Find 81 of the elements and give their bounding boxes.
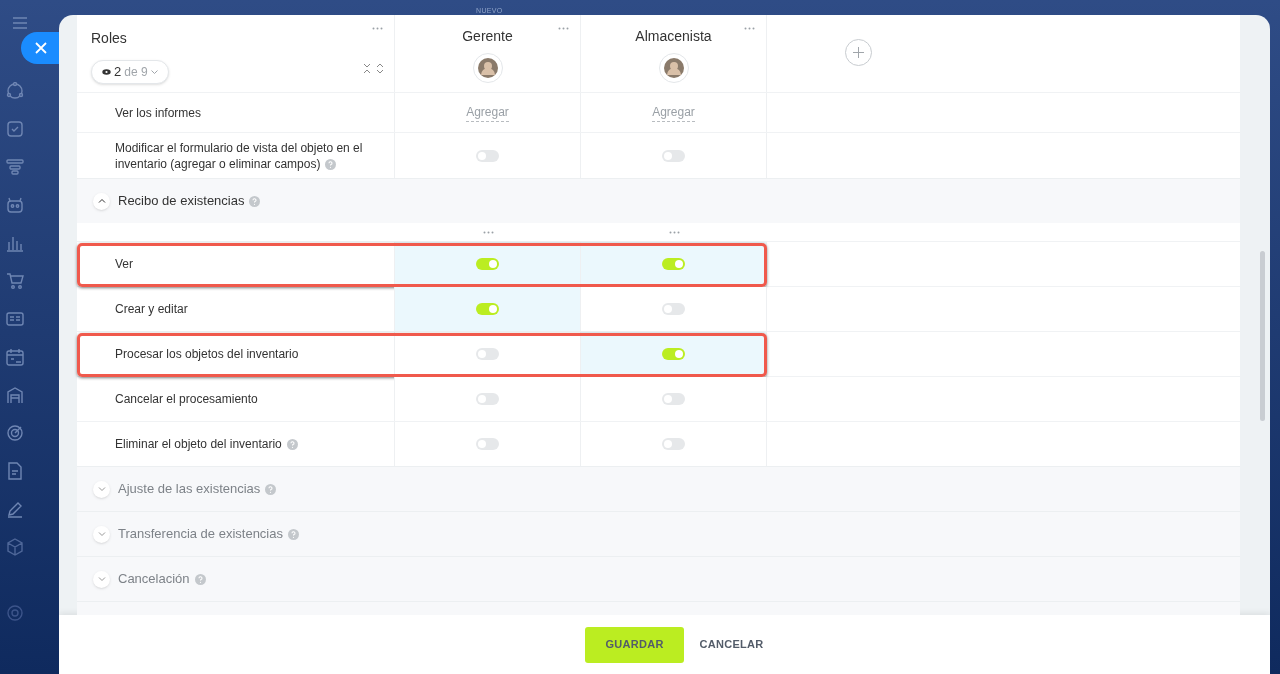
toggle-switch[interactable] <box>476 348 499 360</box>
role-name: Almacenista <box>635 27 712 46</box>
help-icon[interactable] <box>325 158 337 170</box>
more-icon[interactable] <box>372 27 383 30</box>
avatar[interactable] <box>472 53 503 83</box>
toggle-group-button[interactable] <box>93 570 110 588</box>
toggle-switch[interactable] <box>476 393 499 405</box>
toggle-switch[interactable] <box>662 348 685 360</box>
checkbox-icon[interactable] <box>6 120 24 138</box>
help-icon[interactable] <box>288 528 299 540</box>
close-icon <box>35 42 47 54</box>
warehouse-icon[interactable] <box>6 386 24 404</box>
permission-label: Crear y editar <box>115 301 188 317</box>
toggle-switch[interactable] <box>662 438 685 450</box>
more-icon[interactable] <box>668 230 680 234</box>
person-silhouette-icon <box>663 58 684 78</box>
menu-icon[interactable] <box>12 17 28 29</box>
more-icon[interactable] <box>482 230 494 234</box>
person-silhouette-icon <box>477 58 498 78</box>
more-icon[interactable] <box>744 27 755 30</box>
group-title[interactable]: Ajuste de las existencias <box>118 479 261 499</box>
group-row[interactable]: Recibo de existencias <box>77 178 1240 223</box>
permission-label: Modificar el formulario de vista del objeto en el inventario (agregar o eliminar campos) <box>115 139 364 172</box>
document-icon[interactable] <box>6 462 24 480</box>
permission-label: Cancelar el procesamiento <box>115 391 258 407</box>
chevron-down-icon <box>150 70 158 74</box>
permission-label: Ver los informes <box>115 104 202 121</box>
calendar-icon[interactable] <box>6 348 24 366</box>
chevron-up-icon <box>97 198 106 204</box>
box-icon[interactable] <box>6 538 24 556</box>
toggle-switch[interactable] <box>662 149 685 162</box>
cart-icon[interactable] <box>6 272 24 290</box>
toggle-group-button[interactable] <box>93 525 110 543</box>
toggle-switch[interactable] <box>476 149 499 162</box>
toggle-group-button[interactable] <box>93 480 110 498</box>
pencil-icon[interactable] <box>6 500 24 518</box>
group-title[interactable]: Recibo de existencias <box>118 191 245 211</box>
permission-label: Procesar los objetos del inventario <box>115 346 299 362</box>
toggle-switch[interactable] <box>476 303 499 315</box>
roles-title: Roles <box>91 30 127 46</box>
bar-chart-icon[interactable] <box>6 234 24 252</box>
group-row[interactable]: Ajuste de las existencias <box>77 466 1240 511</box>
chevron-down-icon <box>97 576 106 582</box>
help-icon[interactable] <box>286 439 298 450</box>
permission-label: Eliminar el objeto del inventario <box>115 436 298 452</box>
avatar[interactable] <box>658 53 689 83</box>
permission-label: Ver <box>115 256 133 272</box>
save-button[interactable]: GUARDAR <box>585 626 684 663</box>
eye-icon <box>102 69 111 75</box>
funnel-icon[interactable] <box>6 158 24 176</box>
help-icon[interactable] <box>249 195 261 207</box>
group-row[interactable]: Cancelación <box>77 556 1240 601</box>
add-link[interactable]: Agregar <box>466 103 509 122</box>
help-icon[interactable] <box>265 483 277 495</box>
group-title[interactable]: Cancelación <box>118 569 190 589</box>
toggle-switch[interactable] <box>662 393 685 405</box>
robot-icon[interactable] <box>6 196 24 214</box>
circle-nodes-icon[interactable] <box>6 82 24 100</box>
target-icon[interactable] <box>6 424 24 442</box>
plus-icon <box>853 47 864 58</box>
add-link[interactable]: Agregar <box>652 103 695 122</box>
add-role-button[interactable] <box>845 39 872 66</box>
gear-icon[interactable] <box>6 604 24 622</box>
toggle-switch[interactable] <box>662 303 685 315</box>
chevron-down-icon <box>97 531 106 537</box>
role-name: Gerente <box>462 27 513 46</box>
chevron-down-icon <box>97 486 106 492</box>
toggle-switch[interactable] <box>662 258 685 270</box>
toggle-group-button[interactable] <box>93 192 110 210</box>
toggle-switch[interactable] <box>476 438 499 450</box>
group-row[interactable]: Transferencia de existencias <box>77 511 1240 556</box>
collapse-icon[interactable] <box>363 63 371 74</box>
group-title[interactable]: Transferencia de existencias <box>118 524 283 544</box>
scrollbar[interactable] <box>1260 251 1265 421</box>
toggle-switch[interactable] <box>476 258 499 270</box>
more-icon[interactable] <box>558 27 569 30</box>
visible-roles-filter[interactable]: 2 de 9 <box>91 60 169 84</box>
expand-icon[interactable] <box>376 63 384 74</box>
card-icon[interactable] <box>6 310 24 328</box>
help-icon[interactable] <box>194 573 206 585</box>
cancel-button[interactable]: CANCELAR <box>699 626 764 663</box>
